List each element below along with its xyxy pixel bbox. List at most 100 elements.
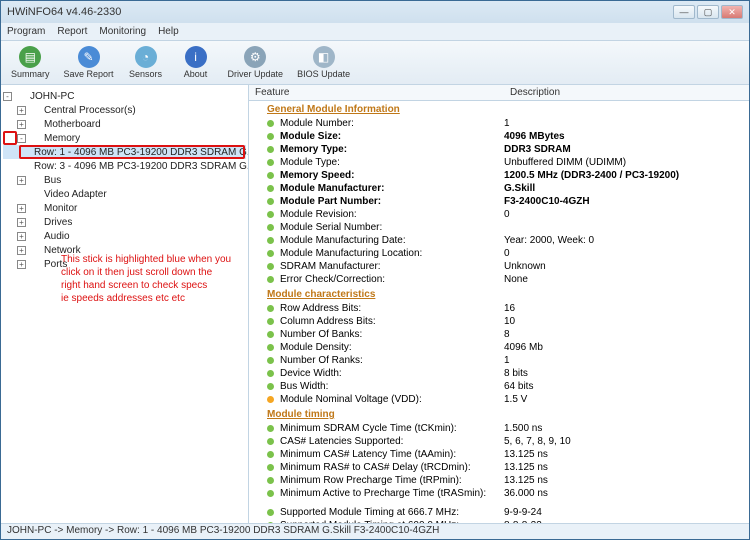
property-name: Module Type: <box>267 156 504 169</box>
toolbar-driver-update[interactable]: ⚙Driver Update <box>222 44 290 81</box>
property-row[interactable]: Error Check/Correction:None <box>249 273 749 286</box>
menu-help[interactable]: Help <box>158 26 179 37</box>
property-value: 8 <box>504 328 743 341</box>
tree-node[interactable]: -Memory <box>3 131 246 145</box>
expand-icon[interactable]: + <box>17 260 26 269</box>
menubar: Program Report Monitoring Help <box>1 23 749 41</box>
tree-node[interactable]: Video Adapter <box>3 187 246 201</box>
property-value: 13.125 ns <box>504 461 743 474</box>
property-row[interactable]: SDRAM Manufacturer:Unknown <box>249 260 749 273</box>
toolbar-sensors[interactable]: ◔Sensors <box>122 44 170 81</box>
menu-monitoring[interactable]: Monitoring <box>99 26 146 37</box>
property-row[interactable]: Row Address Bits:16 <box>249 302 749 315</box>
node-icon <box>29 231 41 241</box>
col-description[interactable]: Description <box>504 85 749 100</box>
property-row[interactable]: Module Manufacturing Location:0 <box>249 247 749 260</box>
tree-node[interactable]: -JOHN-PC <box>3 89 246 103</box>
expand-icon[interactable]: + <box>17 106 26 115</box>
annotation-text: This stick is highlighted blue when youc… <box>61 253 231 305</box>
property-row[interactable]: Module Manufacturing Date:Year: 2000, We… <box>249 234 749 247</box>
property-value: 16 <box>504 302 743 315</box>
property-row[interactable]: Minimum Active to Precharge Time (tRASmi… <box>249 487 749 500</box>
property-name: Module Density: <box>267 341 504 354</box>
property-row[interactable]: Module Serial Number: <box>249 221 749 234</box>
toolbar-summary[interactable]: ▤Summary <box>5 44 56 81</box>
status-bar: JOHN-PC -> Memory -> Row: 1 - 4096 MB PC… <box>1 523 749 539</box>
property-row[interactable]: Module Number:1 <box>249 117 749 130</box>
tree-node[interactable]: +Drives <box>3 215 246 229</box>
property-row[interactable]: Number Of Banks:8 <box>249 328 749 341</box>
expand-icon[interactable]: + <box>17 204 26 213</box>
node-icon <box>29 175 41 185</box>
property-row[interactable]: Device Width:8 bits <box>249 367 749 380</box>
property-row[interactable]: Number Of Ranks:1 <box>249 354 749 367</box>
property-value: None <box>504 273 743 286</box>
property-value: 8 bits <box>504 367 743 380</box>
property-name: Error Check/Correction: <box>267 273 504 286</box>
property-value: 10 <box>504 315 743 328</box>
property-value: Year: 2000, Week: 0 <box>504 234 743 247</box>
expand-icon[interactable]: + <box>17 232 26 241</box>
property-name: Row Address Bits: <box>267 302 504 315</box>
tree-node[interactable]: +Audio <box>3 229 246 243</box>
node-icon <box>29 259 41 269</box>
toolbar-save-report[interactable]: ✎Save Report <box>58 44 120 81</box>
property-name: Minimum RAS# to CAS# Delay (tRCDmin): <box>267 461 504 474</box>
property-row[interactable]: Module Type:Unbuffered DIMM (UDIMM) <box>249 156 749 169</box>
property-row[interactable]: Module Density:4096 Mb <box>249 341 749 354</box>
property-value: 1 <box>504 117 743 130</box>
expand-icon[interactable]: - <box>17 134 26 143</box>
property-row[interactable]: Column Address Bits:10 <box>249 315 749 328</box>
node-icon <box>29 189 41 199</box>
property-row[interactable]: Module Manufacturer:G.Skill <box>249 182 749 195</box>
toolbar-about[interactable]: iAbout <box>172 44 220 81</box>
property-value: 13.125 ns <box>504 474 743 487</box>
details-panel[interactable]: Feature Description General Module Infor… <box>249 85 749 523</box>
details-header: Feature Description <box>249 85 749 101</box>
property-row[interactable]: CAS# Latencies Supported:5, 6, 7, 8, 9, … <box>249 435 749 448</box>
expand-icon[interactable]: + <box>17 120 26 129</box>
expand-icon[interactable]: + <box>17 246 26 255</box>
property-row[interactable]: Module Part Number:F3-2400C10-4GZH <box>249 195 749 208</box>
property-name: Supported Module Timing at 666.7 MHz: <box>267 506 504 519</box>
property-row[interactable]: Minimum SDRAM Cycle Time (tCKmin):1.500 … <box>249 422 749 435</box>
tree-node[interactable]: +Motherboard <box>3 117 246 131</box>
property-row[interactable]: Module Nominal Voltage (VDD):1.5 V <box>249 393 749 406</box>
toolbar: ▤Summary✎Save Report◔SensorsiAbout⚙Drive… <box>1 41 749 85</box>
tree-node[interactable]: Row: 3 - 4096 MB PC3-19200 DDR3 SDRAM G.… <box>3 159 246 173</box>
tree-node[interactable]: +Bus <box>3 173 246 187</box>
property-value <box>504 221 743 234</box>
property-row[interactable]: Minimum Row Precharge Time (tRPmin):13.1… <box>249 474 749 487</box>
property-value: 0 <box>504 208 743 221</box>
window-title: HWiNFO64 v4.46-2330 <box>7 6 121 18</box>
property-row[interactable]: Minimum CAS# Latency Time (tAAmin):13.12… <box>249 448 749 461</box>
property-value: F3-2400C10-4GZH <box>504 195 743 208</box>
property-name: Minimum Active to Precharge Time (tRASmi… <box>267 487 504 500</box>
property-row[interactable]: Memory Speed:1200.5 MHz (DDR3-2400 / PC3… <box>249 169 749 182</box>
property-row[interactable]: Supported Module Timing at 666.7 MHz:9-9… <box>249 506 749 519</box>
expand-icon[interactable]: + <box>17 176 26 185</box>
property-name: Module Manufacturer: <box>267 182 504 195</box>
close-button[interactable]: ✕ <box>721 5 743 19</box>
property-row[interactable]: Module Revision:0 <box>249 208 749 221</box>
property-row[interactable]: Minimum RAS# to CAS# Delay (tRCDmin):13.… <box>249 461 749 474</box>
property-value: Unknown <box>504 260 743 273</box>
toolbar-bios-update[interactable]: ◧BIOS Update <box>291 44 356 81</box>
highlight-box-row <box>19 145 245 159</box>
property-value: 9-9-9-24 <box>504 506 743 519</box>
menu-report[interactable]: Report <box>57 26 87 37</box>
expand-icon[interactable]: - <box>3 92 12 101</box>
property-row[interactable]: Bus Width:64 bits <box>249 380 749 393</box>
expand-icon[interactable]: + <box>17 218 26 227</box>
property-row[interactable]: Module Size:4096 MBytes <box>249 130 749 143</box>
maximize-button[interactable]: ▢ <box>697 5 719 19</box>
col-feature[interactable]: Feature <box>249 85 504 100</box>
tree-node[interactable]: +Monitor <box>3 201 246 215</box>
property-value: 13.125 ns <box>504 448 743 461</box>
property-value: 36.000 ns <box>504 487 743 500</box>
property-name: Module Manufacturing Location: <box>267 247 504 260</box>
property-row[interactable]: Memory Type:DDR3 SDRAM <box>249 143 749 156</box>
minimize-button[interactable]: — <box>673 5 695 19</box>
tree-node[interactable]: +Central Processor(s) <box>3 103 246 117</box>
menu-program[interactable]: Program <box>7 26 45 37</box>
